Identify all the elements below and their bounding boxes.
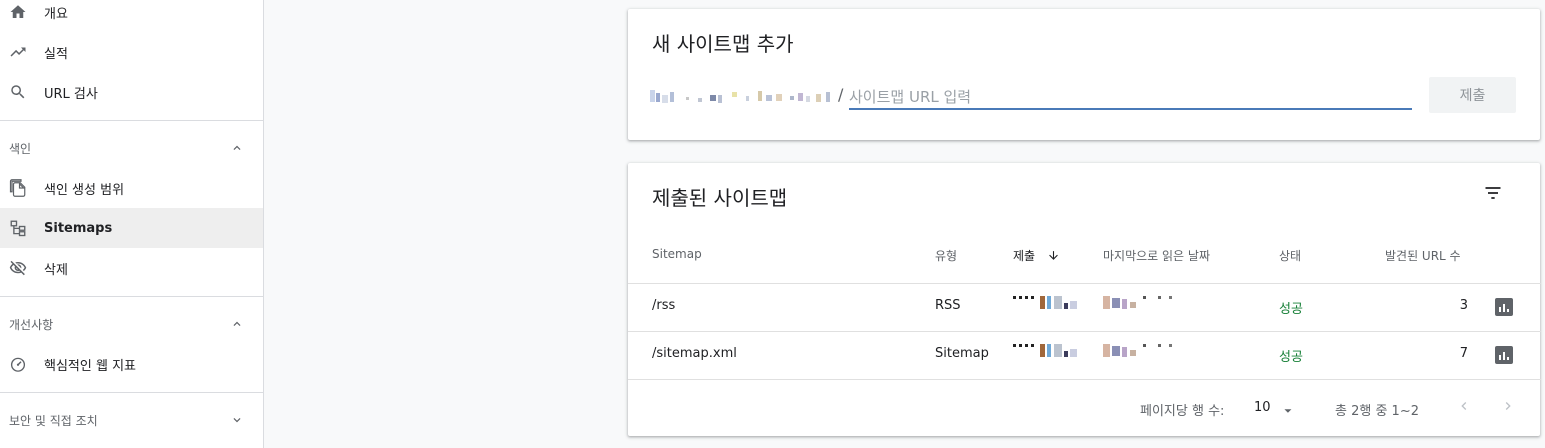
sitemap-url-input[interactable] (849, 84, 1412, 110)
discovered-url-count: 3 (1459, 298, 1468, 313)
row-divider (628, 331, 1541, 332)
section-header-security[interactable]: 보안 및 직접 조치 (0, 400, 263, 440)
submitted-date-redacted (1013, 296, 1083, 310)
submitted-date-redacted (1013, 344, 1083, 358)
sidebar-item-coverage[interactable]: 색인 생성 범위 (0, 168, 263, 208)
card-title: 새 사이트맵 추가 (652, 32, 794, 56)
url-separator: / (838, 85, 844, 104)
section-header-index[interactable]: 색인 (0, 128, 263, 168)
sidebar-item-label: 실적 (44, 46, 68, 62)
filter-icon[interactable] (1481, 181, 1505, 205)
chevron-down-icon (229, 412, 245, 428)
status-badge: 성공 (1279, 302, 1303, 317)
sitemap-path: /rss (652, 298, 676, 313)
column-header-discovered-urls[interactable]: 발견된 URL 수 (1385, 247, 1461, 264)
section-title: 보안 및 직접 조치 (9, 413, 98, 428)
home-icon (9, 3, 27, 21)
column-header-label: 제출 (1013, 249, 1036, 263)
rows-per-page-label: 페이지당 행 수: (1140, 404, 1225, 419)
sidebar-item-label: Sitemaps (44, 220, 113, 236)
sidebar-item-removals[interactable]: 삭제 (0, 248, 263, 288)
column-header-type[interactable]: 유형 (935, 247, 957, 264)
site-url-prefix-redacted (650, 88, 836, 104)
sitemap-path: /sitemap.xml (652, 346, 737, 361)
sidebar-item-label: 삭제 (44, 262, 68, 278)
sidebar-item-label: 색인 생성 범위 (44, 182, 125, 198)
column-header-sitemap[interactable]: Sitemap (652, 247, 702, 261)
sidebar-item-label: 핵심적인 웹 지표 (44, 358, 136, 374)
sidebar-divider (0, 296, 263, 297)
sidebar-item-performance[interactable]: 실적 (0, 32, 263, 72)
visibility-off-icon (9, 259, 27, 277)
last-read-date-redacted (1103, 344, 1178, 358)
status-badge: 성공 (1279, 350, 1303, 365)
submit-button[interactable]: 제출 (1429, 77, 1516, 113)
discovered-url-count: 7 (1459, 346, 1468, 361)
submitted-sitemaps-card: 제출된 사이트맵 Sitemap 유형 제출 마지막으로 읽은 날짜 상태 발견… (628, 163, 1541, 436)
pagination-range: 총 2행 중 1~2 (1335, 404, 1419, 419)
sidebar-item-url-inspection[interactable]: URL 검사 (0, 72, 263, 112)
sidebar-divider (0, 120, 263, 121)
sidebar: 개요 실적 URL 검사 색인 색인 생성 범위 Sitemaps 삭제 개선사… (0, 0, 264, 448)
chevron-right-icon[interactable] (1498, 396, 1518, 416)
column-header-last-read[interactable]: 마지막으로 읽은 날짜 (1103, 247, 1210, 264)
bar-chart-icon[interactable] (1495, 298, 1513, 316)
sidebar-item-label: URL 검사 (44, 86, 98, 102)
column-header-status[interactable]: 상태 (1279, 247, 1301, 264)
row-divider (628, 379, 1541, 380)
sidebar-divider (0, 392, 263, 393)
copy-pages-icon (9, 179, 27, 197)
section-title: 색인 (9, 141, 32, 156)
section-header-enhancements[interactable]: 개선사항 (0, 304, 263, 344)
sitemap-type: Sitemap (935, 346, 989, 361)
dropdown-arrow-icon (1282, 402, 1294, 421)
rows-per-page-select[interactable]: 10 (1254, 398, 1300, 418)
chevron-up-icon (229, 140, 245, 156)
bar-chart-icon[interactable] (1495, 346, 1513, 364)
chevron-up-icon (229, 316, 245, 332)
sidebar-item-core-web-vitals[interactable]: 핵심적인 웹 지표 (0, 344, 263, 384)
chevron-left-icon[interactable] (1454, 396, 1474, 416)
column-header-submitted[interactable]: 제출 (1013, 247, 1060, 265)
sitemap-type: RSS (935, 298, 961, 313)
sidebar-item-label: 개요 (44, 6, 68, 22)
search-icon (9, 83, 27, 101)
add-sitemap-card: 새 사이트맵 추가 / 제출 (628, 9, 1540, 140)
arrow-down-icon (1047, 249, 1060, 265)
row-divider (628, 283, 1541, 284)
card-title: 제출된 사이트맵 (652, 186, 788, 210)
sidebar-item-sitemaps[interactable]: Sitemaps (0, 208, 263, 248)
last-read-date-redacted (1103, 296, 1178, 310)
rows-per-page-value: 10 (1254, 400, 1271, 415)
trending-up-icon (9, 43, 27, 61)
section-title: 개선사항 (9, 317, 54, 332)
speedometer-icon (9, 355, 27, 373)
sidebar-item-overview[interactable]: 개요 (0, 0, 263, 32)
sitemap-icon (9, 219, 27, 237)
